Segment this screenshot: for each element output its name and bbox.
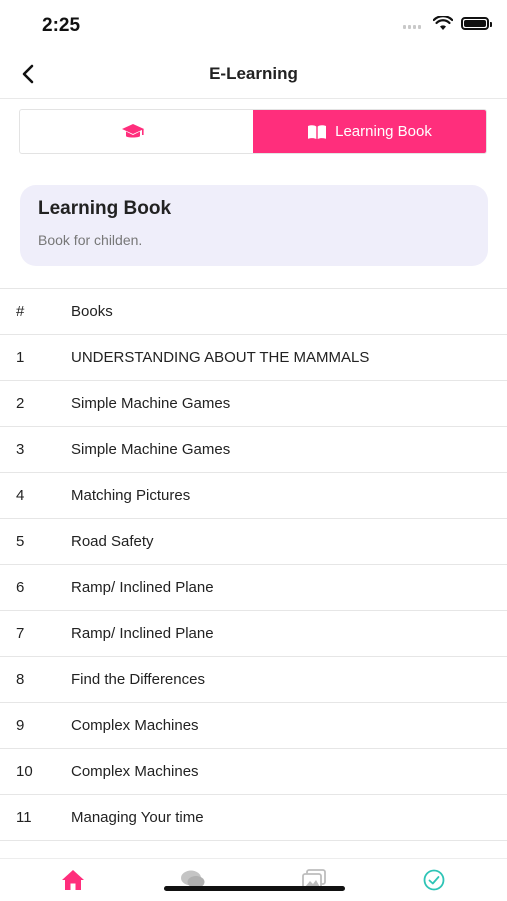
header-number: # <box>16 303 25 320</box>
header-books: Books <box>71 303 113 320</box>
row-book-title: UNDERSTANDING ABOUT THE MAMMALS <box>71 349 370 366</box>
table-row[interactable]: 3 Simple Machine Games <box>0 427 507 473</box>
row-number: 3 <box>16 441 25 458</box>
card-title: Learning Book <box>38 198 172 219</box>
row-book-title: Ramp/ Inclined Plane <box>71 625 214 642</box>
battery-icon <box>461 17 492 30</box>
table-header: # Books <box>0 289 507 335</box>
books-table: # Books 1 UNDERSTANDING ABOUT THE MAMMAL… <box>0 288 507 841</box>
row-number: 4 <box>16 487 25 504</box>
row-number: 8 <box>16 671 25 688</box>
status-icons <box>403 16 492 31</box>
table-row[interactable]: 6 Ramp/ Inclined Plane <box>0 565 507 611</box>
table-row[interactable]: 4 Matching Pictures <box>0 473 507 519</box>
row-book-title: Complex Machines <box>71 763 199 780</box>
home-indicator <box>164 886 345 891</box>
row-number: 2 <box>16 395 25 412</box>
tab-tasks[interactable] <box>421 867 447 893</box>
row-book-title: Road Safety <box>71 533 154 550</box>
wifi-icon <box>433 16 453 30</box>
open-book-icon <box>308 124 327 139</box>
graduation-cap-icon <box>121 123 144 137</box>
table-row[interactable]: 2 Simple Machine Games <box>0 381 507 427</box>
table-row[interactable]: 1 UNDERSTANDING ABOUT THE MAMMALS <box>0 335 507 381</box>
info-card: Learning Book Book for childen. <box>20 185 488 266</box>
tab-home[interactable] <box>60 867 86 893</box>
row-number: 10 <box>16 763 33 780</box>
status-bar: 2:25 <box>0 0 507 50</box>
segmented-tabs: Learning Book <box>19 109 487 154</box>
home-icon <box>62 870 84 890</box>
row-number: 11 <box>16 809 32 826</box>
table-row[interactable]: 10 Complex Machines <box>0 749 507 795</box>
table-row[interactable]: 8 Find the Differences <box>0 657 507 703</box>
navigation-bar: E-Learning <box>0 50 507 99</box>
table-row[interactable]: 5 Road Safety <box>0 519 507 565</box>
check-circle-icon <box>423 869 445 891</box>
table-row[interactable]: 7 Ramp/ Inclined Plane <box>0 611 507 657</box>
row-book-title: Complex Machines <box>71 717 199 734</box>
row-book-title: Simple Machine Games <box>71 395 231 412</box>
signal-icon <box>403 19 421 29</box>
table-row[interactable]: 9 Complex Machines <box>0 703 507 749</box>
row-number: 5 <box>16 533 25 550</box>
row-number: 6 <box>16 579 25 596</box>
row-book-title: Managing Your time <box>71 809 204 826</box>
row-book-title: Simple Machine Games <box>71 441 231 458</box>
status-time: 2:25 <box>42 15 81 36</box>
page-title: E-Learning <box>209 64 298 83</box>
tab-learning-book-label: Learning Book <box>335 123 432 140</box>
row-book-title: Matching Pictures <box>71 487 191 504</box>
tab-learning-book[interactable]: Learning Book <box>253 110 486 153</box>
row-book-title: Ramp/ Inclined Plane <box>71 579 214 596</box>
row-number: 7 <box>16 625 25 642</box>
row-number: 1 <box>16 349 25 366</box>
card-subtitle: Book for childen. <box>38 232 143 248</box>
row-number: 9 <box>16 717 25 734</box>
bottom-tab-bar <box>0 858 507 901</box>
tab-courses[interactable] <box>20 110 253 153</box>
row-book-title: Find the Differences <box>71 671 205 688</box>
table-row[interactable]: 11 Managing Your time <box>0 795 507 841</box>
